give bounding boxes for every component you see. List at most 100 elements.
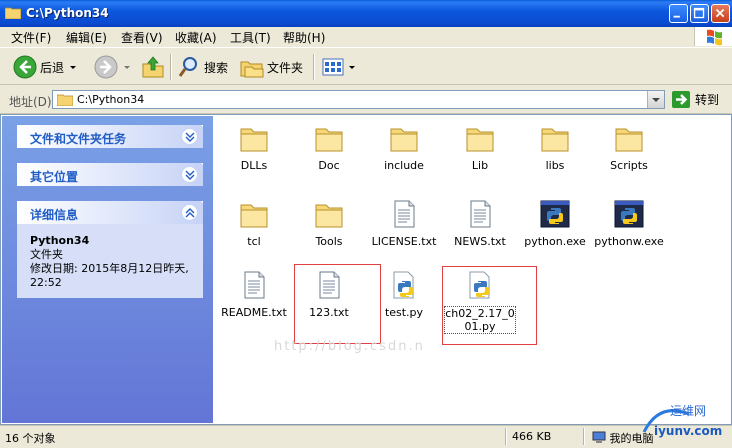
file-item[interactable]: NEWS.txt [442, 198, 518, 248]
search-button[interactable]: 搜索 [177, 54, 228, 80]
address-label: 地址(D) [9, 95, 52, 109]
back-button[interactable]: 后退 [13, 54, 78, 80]
menu-help[interactable]: 帮助(H) [283, 29, 325, 46]
watermark-text: http://blog.csdn.n [274, 339, 425, 354]
windows-logo [694, 27, 732, 46]
file-item[interactable]: python.exe [517, 198, 593, 248]
file-item[interactable]: LICENSE.txt [366, 198, 442, 248]
details-panel: 详细信息 Python34 文件夹 修改日期: 2015年8月12日昨天, 22… [17, 201, 203, 298]
details-header[interactable]: 详细信息 [17, 201, 203, 224]
close-button[interactable] [711, 4, 730, 23]
chevron-down-icon[interactable] [347, 62, 357, 72]
text-file-icon [464, 198, 496, 230]
file-name: DLLs [240, 159, 268, 172]
chevron-down-icon[interactable] [122, 62, 132, 72]
tasks-panel[interactable]: 文件和文件夹任务 [17, 125, 203, 148]
collapse-icon[interactable] [181, 204, 198, 221]
status-separator [505, 428, 507, 445]
tasks-panel-title: 文件和文件夹任务 [30, 132, 127, 146]
details-modified: 修改日期: 2015年8月12日昨天, 22:52 [30, 262, 189, 289]
file-name: NEWS.txt [454, 235, 506, 248]
back-arrow-icon [13, 55, 37, 79]
go-label: 转到 [695, 93, 720, 107]
text-file-icon [238, 269, 270, 301]
expand-icon[interactable] [181, 166, 198, 183]
file-name: Lib [471, 159, 489, 172]
search-label: 搜索 [204, 60, 229, 75]
explorer-window: C:\Python34 文件(F) 编辑(E) 查看(V) 收藏(A) 工具(T… [0, 0, 732, 448]
python-exe-icon [613, 198, 645, 230]
menu-view[interactable]: 查看(V) [121, 29, 163, 46]
folder-icon [238, 198, 270, 230]
address-dropdown-button[interactable] [647, 91, 664, 108]
highlight-box [294, 264, 381, 344]
menu-tools[interactable]: 工具(T) [230, 29, 271, 46]
file-name: include [384, 159, 424, 172]
go-arrow-icon [672, 91, 690, 108]
computer-icon [592, 431, 606, 443]
file-item[interactable]: DLLs [216, 122, 292, 172]
windows-flag-icon [707, 29, 722, 46]
forward-button[interactable] [94, 54, 132, 80]
folder-icon [238, 122, 270, 154]
python-file-icon [388, 269, 420, 301]
file-name: pythonw.exe [594, 235, 664, 248]
menu-edit[interactable]: 编辑(E) [66, 29, 107, 46]
views-icon [322, 58, 344, 76]
folder-icon [5, 7, 21, 19]
up-folder-icon [142, 56, 164, 78]
brand-text: 运维网 [670, 404, 706, 418]
menu-favorites[interactable]: 收藏(A) [175, 29, 217, 46]
title-bar[interactable]: C:\Python34 [0, 0, 732, 27]
file-name: tcl [247, 235, 261, 248]
chevron-down-icon [652, 98, 660, 102]
file-name: LICENSE.txt [371, 235, 437, 248]
file-item[interactable]: Lib [442, 122, 518, 172]
other-places-header[interactable]: 其它位置 [17, 163, 203, 186]
go-button[interactable]: 转到 [672, 91, 719, 108]
file-item[interactable]: libs [517, 122, 593, 172]
file-item[interactable]: Scripts [591, 122, 667, 172]
views-button[interactable] [321, 54, 357, 80]
forward-arrow-icon [94, 55, 118, 79]
status-bar: 16 个对象 466 KB 我的电脑 [0, 425, 732, 448]
window-title: C:\Python34 [26, 6, 109, 20]
brand-url: iyunv.com [654, 424, 722, 438]
minimize-icon [673, 15, 680, 18]
file-item[interactable]: include [366, 122, 442, 172]
task-pane: 文件和文件夹任务 其它位置 详细信息 Python34 文件夹 修改日期: 20… [2, 116, 213, 423]
file-item[interactable]: tcl [216, 198, 292, 248]
file-item[interactable]: pythonw.exe [591, 198, 667, 248]
other-places-panel[interactable]: 其它位置 [17, 163, 203, 186]
file-name: Doc [318, 159, 340, 172]
menu-bar: 文件(F) 编辑(E) 查看(V) 收藏(A) 工具(T) 帮助(H) [0, 27, 694, 46]
maximize-icon [693, 7, 705, 19]
toolbar-separator [313, 54, 315, 80]
file-item[interactable]: Tools [291, 198, 367, 248]
address-path: C:\Python34 [77, 93, 145, 106]
maximize-button[interactable] [690, 4, 709, 23]
status-size: 466 KB [512, 430, 552, 443]
menu-file[interactable]: 文件(F) [11, 29, 51, 46]
file-name: Scripts [610, 159, 648, 172]
toolbar: 后退 搜索 文件夹 [0, 47, 732, 85]
folders-button[interactable]: 文件夹 [240, 54, 303, 80]
details-name: Python34 [30, 234, 90, 247]
chevron-down-icon[interactable] [68, 62, 78, 72]
folder-icon [613, 122, 645, 154]
expand-icon[interactable] [181, 128, 198, 145]
up-folder-button[interactable] [141, 54, 165, 80]
status-separator [583, 428, 585, 445]
text-file-icon [388, 198, 420, 230]
back-label: 后退 [40, 60, 65, 75]
search-icon [178, 57, 197, 77]
folder-icon [539, 122, 571, 154]
address-input[interactable]: C:\Python34 [52, 90, 665, 109]
file-item[interactable]: Doc [291, 122, 367, 172]
folder-icon [57, 94, 73, 106]
file-name: README.txt [221, 306, 287, 319]
minimize-button[interactable] [669, 4, 688, 23]
file-item[interactable]: README.txt [216, 269, 292, 319]
details-type: 文件夹 [30, 248, 63, 261]
tasks-panel-header[interactable]: 文件和文件夹任务 [17, 125, 203, 148]
